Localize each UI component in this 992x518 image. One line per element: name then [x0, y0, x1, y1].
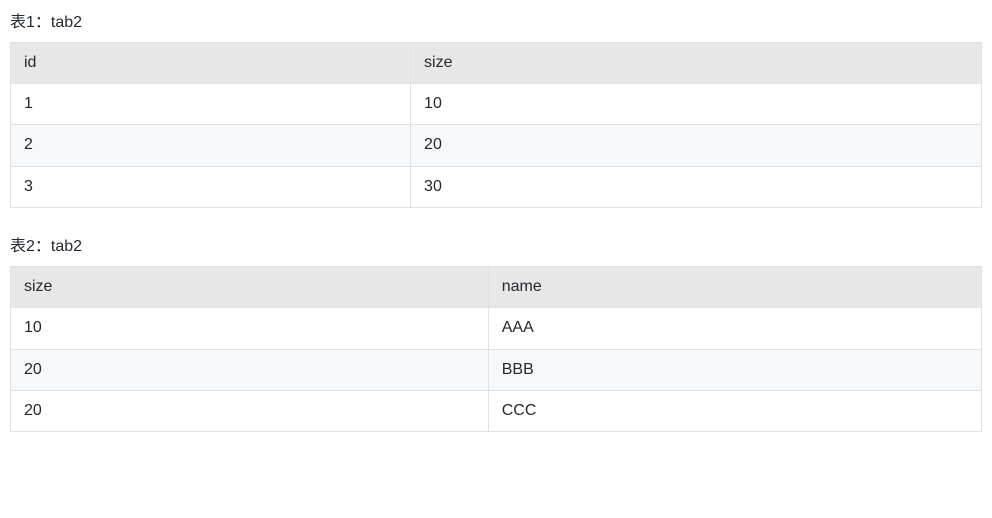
table2-cell: 20	[11, 390, 489, 431]
table1-cell: 10	[411, 83, 982, 124]
table2-cell: CCC	[488, 390, 981, 431]
table1-header-size: size	[411, 42, 982, 83]
table-row: 20 BBB	[11, 349, 982, 390]
table2-caption: 表2：tab2	[10, 234, 982, 260]
table2-cell: BBB	[488, 349, 981, 390]
table2-cell: AAA	[488, 308, 981, 349]
table1-cell: 1	[11, 83, 411, 124]
table2-header-size: size	[11, 266, 489, 307]
table1-cell: 30	[411, 166, 982, 207]
table1-cell: 20	[411, 125, 982, 166]
table-header-row: size name	[11, 266, 982, 307]
table1-cell: 3	[11, 166, 411, 207]
table2-header-name: name	[488, 266, 981, 307]
table2-cell: 20	[11, 349, 489, 390]
table2-cell: 10	[11, 308, 489, 349]
table1-caption: 表1：tab2	[10, 10, 982, 36]
table1: id size 1 10 2 20 3 30	[10, 42, 982, 209]
table1-cell: 2	[11, 125, 411, 166]
table-row: 1 10	[11, 83, 982, 124]
table2: size name 10 AAA 20 BBB 20 CCC	[10, 266, 982, 433]
table-header-row: id size	[11, 42, 982, 83]
table-row: 2 20	[11, 125, 982, 166]
table-row: 20 CCC	[11, 390, 982, 431]
table-row: 3 30	[11, 166, 982, 207]
table-row: 10 AAA	[11, 308, 982, 349]
table1-header-id: id	[11, 42, 411, 83]
